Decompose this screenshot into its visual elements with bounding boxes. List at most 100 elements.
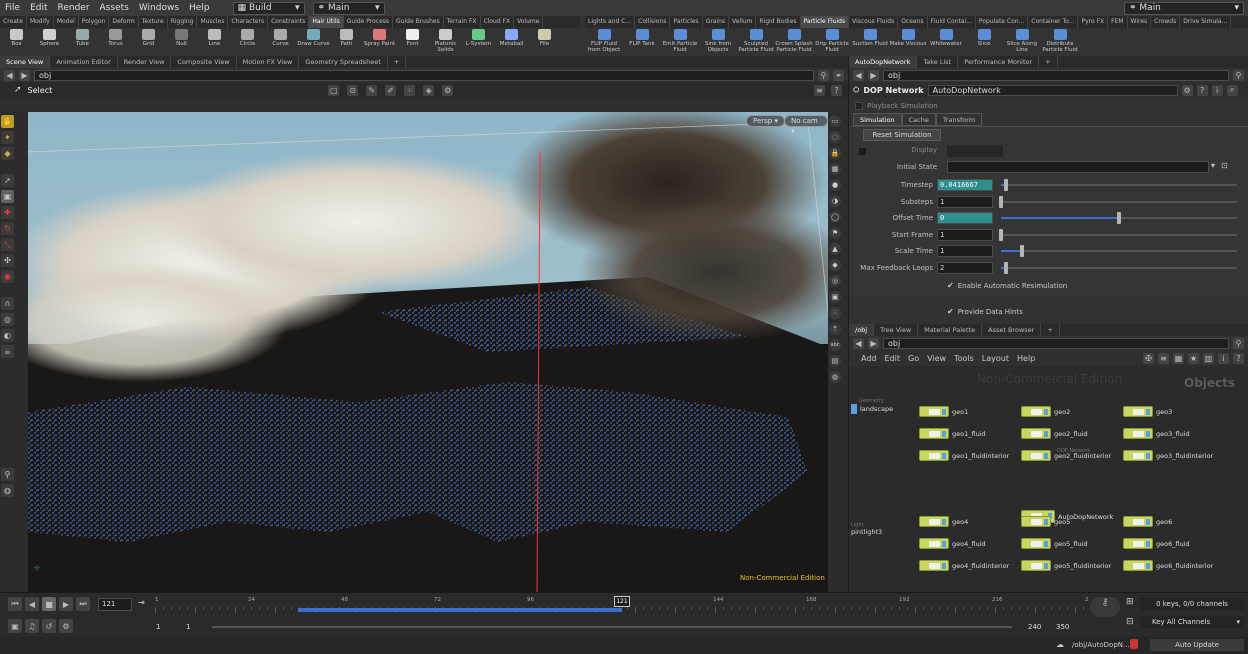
node-geo1-fluidinterior[interactable]: geo1_fluidinterior bbox=[919, 450, 1009, 461]
select-paint-icon[interactable]: ✎ bbox=[366, 84, 378, 96]
node-pintlight3[interactable]: pintlight3 bbox=[851, 528, 882, 536]
shelf-tool-flip-fluid-from-object[interactable]: FLIP Fluid from Object bbox=[585, 28, 623, 56]
tab-performance-monitor[interactable]: Performance Monitor bbox=[958, 56, 1040, 68]
tab-cache[interactable]: Cache bbox=[901, 113, 936, 126]
tab-render-view[interactable]: Render View bbox=[118, 56, 172, 68]
shelf-tab-deform[interactable]: Deform bbox=[109, 16, 139, 28]
gear-icon[interactable]: ⚙ bbox=[1181, 84, 1193, 96]
viewer-path-field[interactable]: obj bbox=[34, 69, 814, 81]
shelf-tab-volume[interactable]: Volume bbox=[514, 16, 544, 28]
chevron-down-icon[interactable]: ▾ bbox=[1211, 161, 1215, 170]
initial-state-field[interactable] bbox=[947, 161, 1209, 173]
handle-icon[interactable]: ✋ bbox=[1, 115, 14, 128]
pin-icon[interactable]: ⚲ bbox=[818, 69, 829, 81]
shelf-tool-box[interactable]: Box bbox=[0, 28, 33, 56]
star-icon[interactable]: ★ bbox=[1188, 352, 1199, 364]
grid-icon[interactable]: ▤ bbox=[829, 355, 841, 367]
camera-menu[interactable]: No cam ▾ bbox=[784, 115, 828, 135]
shelf-tab-collisions[interactable]: Collisions bbox=[635, 16, 671, 28]
shelf-tab-crowds[interactable]: Crowds bbox=[1151, 16, 1181, 28]
shelf-tab-polygon[interactable]: Polygon bbox=[79, 16, 110, 28]
frame-indicator[interactable]: 121 bbox=[613, 596, 630, 607]
shelf-tab-pyro-fx[interactable]: Pyro FX bbox=[1078, 16, 1109, 28]
select-settings-icon[interactable]: ⚙ bbox=[442, 84, 454, 96]
shelf-tool-metaball[interactable]: Metaball bbox=[495, 28, 528, 56]
shelf-tool-distribute-particle-fluid[interactable]: Distribute Particle Fluid bbox=[1041, 28, 1079, 56]
current-frame-field[interactable]: 121 bbox=[98, 598, 132, 611]
shelf-tool-font[interactable]: Font bbox=[396, 28, 429, 56]
audio-icon[interactable]: ♫ bbox=[25, 619, 39, 633]
snap-grid-icon[interactable]: ▦ bbox=[829, 163, 841, 175]
shelf-tab-model[interactable]: Model bbox=[54, 16, 79, 28]
playback-checkbox[interactable] bbox=[855, 101, 863, 110]
net-menu-view[interactable]: View bbox=[927, 354, 946, 363]
shelf-tool-line[interactable]: Line bbox=[198, 28, 231, 56]
tab-animation-editor[interactable]: Animation Editor bbox=[50, 56, 118, 68]
pin-icon[interactable]: ⚲ bbox=[1, 468, 14, 481]
box-icon[interactable]: ▣ bbox=[829, 291, 841, 303]
tab-simulation[interactable]: Simulation bbox=[853, 113, 902, 126]
stop-icon[interactable]: ■ bbox=[42, 597, 56, 611]
parm-slider[interactable] bbox=[1001, 179, 1237, 191]
shelf-tool-path[interactable]: Path bbox=[330, 28, 363, 56]
right-context-dropdown[interactable]: ⚭ Main ▾ bbox=[1124, 1, 1244, 15]
auto-update-menu[interactable]: Auto Update bbox=[1150, 639, 1244, 651]
help-icon[interactable]: ? bbox=[831, 84, 842, 96]
menu-edit[interactable]: Edit bbox=[25, 3, 52, 13]
normals-icon[interactable]: ⇡ bbox=[829, 323, 841, 335]
shelf-tool-make-viscous[interactable]: Make Viscous bbox=[889, 28, 927, 56]
shelf-tool-null[interactable]: Null bbox=[165, 28, 198, 56]
back-icon[interactable]: ◀ bbox=[853, 69, 864, 81]
net-path-field[interactable]: obj bbox=[883, 337, 1229, 349]
rotate-icon[interactable]: ↻ bbox=[1, 222, 14, 235]
search-icon[interactable]: ⌕ bbox=[1226, 84, 1238, 96]
viewer-menu-icon[interactable]: ≡ bbox=[814, 84, 825, 96]
view-icon[interactable]: ▣ bbox=[1, 190, 14, 203]
render-icon[interactable]: ◐ bbox=[1, 329, 14, 342]
triangle-icon[interactable]: ▲ bbox=[829, 243, 841, 255]
range-start-2[interactable]: 1 bbox=[186, 623, 190, 631]
play-reverse-icon[interactable]: ◀ bbox=[25, 597, 39, 611]
shelf-tab-vellum[interactable]: Vellum bbox=[729, 16, 757, 28]
loop-icon[interactable]: ↺ bbox=[42, 619, 56, 633]
magnet-icon[interactable]: ∩ bbox=[1, 297, 14, 310]
tab-scene-view[interactable]: Scene View bbox=[0, 56, 51, 68]
node-geo6-fluid[interactable]: geo6_fluid bbox=[1123, 538, 1190, 549]
node-geo2[interactable]: geo2 bbox=[1021, 406, 1070, 417]
shelf-tab-create[interactable]: Create bbox=[0, 16, 27, 28]
realtime-icon[interactable]: ▣ bbox=[8, 619, 22, 633]
help-icon[interactable]: ? bbox=[1233, 352, 1244, 364]
data-hints-checkbox[interactable]: ✔ bbox=[947, 307, 954, 316]
shelf-tab-muscles[interactable]: Muscles bbox=[197, 16, 229, 28]
shelf-tab-cloud-fx[interactable]: Cloud FX bbox=[481, 16, 515, 28]
channels-icon[interactable]: ⊞ bbox=[1126, 597, 1134, 607]
move-icon[interactable]: ✚ bbox=[1, 206, 14, 219]
pin-icon[interactable]: ⚲ bbox=[1233, 69, 1244, 81]
shelf-tab-rigging[interactable]: Rigging bbox=[168, 16, 198, 28]
node-geo6-fluidinterior[interactable]: geo6_fluidinterior bbox=[1123, 560, 1213, 571]
light-bulb-icon[interactable]: ◯ bbox=[829, 211, 841, 223]
points-icon[interactable]: ⁙ bbox=[829, 307, 841, 319]
range-slider[interactable] bbox=[212, 626, 1012, 628]
slider-knob[interactable] bbox=[999, 228, 1003, 241]
range-end-2[interactable]: 350 bbox=[1056, 623, 1069, 631]
alert-icon[interactable] bbox=[1130, 639, 1138, 649]
network-canvas[interactable]: Non-Commercial Edition Objects Geometry … bbox=[849, 366, 1248, 592]
range-end[interactable]: 240 bbox=[1028, 623, 1041, 631]
shelf-tab-particle-fluids[interactable]: Particle Fluids bbox=[800, 16, 850, 28]
slider-knob[interactable] bbox=[1117, 212, 1121, 224]
transform-icon[interactable]: ✣ bbox=[1, 254, 14, 267]
select-box-icon[interactable]: ▢ bbox=[328, 84, 340, 96]
reset-simulation-button[interactable]: Reset Simulation bbox=[863, 129, 941, 141]
tab-motion-fx-view[interactable]: Motion FX View bbox=[237, 56, 300, 68]
shelf-tool-spray-paint[interactable]: Spray Paint bbox=[363, 28, 396, 56]
slider-knob[interactable] bbox=[999, 195, 1003, 208]
net-menu-go[interactable]: Go bbox=[908, 354, 919, 363]
forward-icon[interactable]: ▶ bbox=[19, 69, 30, 81]
shelf-tool-draw-curve[interactable]: Draw Curve bbox=[297, 28, 330, 56]
timeline[interactable]: 1244872961211441681922162 121 bbox=[155, 595, 1089, 617]
select-points-icon[interactable]: ⁘ bbox=[404, 84, 416, 96]
node-geo5[interactable]: geo5 bbox=[1021, 516, 1070, 527]
shelf-tab-populate-con[interactable]: Populate Con... bbox=[976, 16, 1029, 28]
add-tab-icon[interactable]: + bbox=[1041, 324, 1060, 336]
